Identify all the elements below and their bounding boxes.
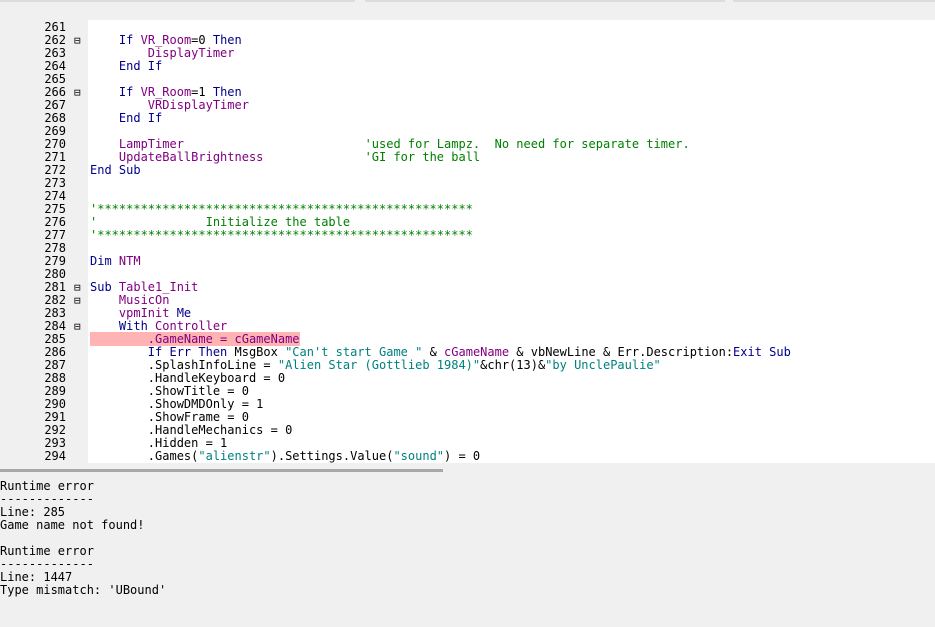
tab-divider	[733, 0, 935, 2]
code-token: .GameName = cGameName	[147, 332, 300, 346]
code-token: 'GI for the ball	[364, 150, 481, 164]
fold-toggle-icon[interactable]: ⊟	[74, 294, 81, 307]
code-token: MsgBox	[234, 345, 286, 359]
output-line: Game name not found!	[0, 518, 145, 532]
code-token: ).Settings.Value(	[270, 449, 394, 463]
code-text[interactable]: .Games("alienstr").Settings.Value("sound…	[90, 450, 480, 463]
code-token: VR_Room	[140, 33, 192, 47]
code-token: & vbNewLine & Err.Description:	[509, 345, 734, 359]
fold-toggle-icon[interactable]: ⊟	[74, 281, 81, 294]
code-token: NTM	[118, 254, 141, 268]
output-panel: Runtime error ------------- Line: 285 Game …	[0, 480, 935, 627]
code-token: .HandleMechanics = 0	[90, 423, 293, 437]
code-token: If	[118, 33, 141, 47]
code-token: ) = 0	[444, 449, 481, 463]
code-text[interactable]: UpdateBallBrightness 'GI for the ball	[90, 151, 480, 164]
tab-divider	[365, 0, 725, 2]
code-line[interactable]: 264 End If	[0, 60, 935, 73]
code-token: "Can't start Game "	[285, 345, 423, 359]
code-token: Table1_Init	[118, 280, 199, 294]
output-line: Type mismatch: 'UBound'	[0, 583, 167, 597]
code-token: "Alien Star (Gottlieb 1984)"	[277, 358, 481, 372]
code-token: .ShowDMDOnly = 1	[90, 397, 264, 411]
code-token: Then	[212, 85, 242, 99]
code-token: VRDisplayTimer	[147, 98, 249, 112]
code-token: Sub	[90, 280, 119, 294]
code-token: .HandleKeyboard = 0	[90, 371, 286, 385]
code-token: "by UnclePaulie"	[545, 358, 661, 372]
pane-splitter[interactable]	[0, 469, 443, 472]
code-text[interactable]: End If	[90, 60, 162, 73]
code-token: .Hidden = 1	[90, 436, 228, 450]
code-token: Dim	[90, 254, 119, 268]
tab-divider	[0, 0, 355, 2]
code-text[interactable]: Dim NTM	[90, 255, 141, 268]
code-token: "alienstr"	[198, 449, 271, 463]
code-token: =1	[191, 85, 213, 99]
code-token: LampTimer	[118, 137, 184, 151]
code-token: If	[118, 85, 141, 99]
code-line[interactable]: 294 .Games("alienstr").Settings.Value("s…	[0, 450, 935, 463]
code-line[interactable]: 272 End Sub	[0, 164, 935, 177]
code-token: 'used for Lampz. No need for separate ti…	[364, 137, 690, 151]
code-token	[90, 332, 148, 346]
fold-toggle-icon[interactable]: ⊟	[74, 320, 81, 333]
code-token: .ShowTitle = 0	[90, 384, 249, 398]
code-text[interactable]: End Sub	[90, 164, 141, 177]
top-toolbar-strip	[0, 0, 935, 20]
code-token: With	[118, 319, 156, 333]
code-token: .ShowFrame = 0	[90, 410, 249, 424]
code-token: Then	[212, 33, 242, 47]
code-token: UpdateBallBrightness	[118, 150, 264, 164]
code-token: End Sub	[90, 163, 141, 177]
code-token: VR_Room	[140, 85, 192, 99]
code-token: .SplashInfoLine =	[90, 358, 278, 372]
code-token: '***************************************…	[90, 202, 473, 216]
fold-toggle-icon[interactable]: ⊟	[74, 34, 81, 47]
code-token: MusicOn	[118, 293, 170, 307]
code-line[interactable]: 268 End If	[0, 112, 935, 125]
code-token: '***************************************…	[90, 228, 473, 242]
code-token: cGameName	[444, 345, 510, 359]
code-token: Controller	[155, 319, 228, 333]
code-token: End If	[118, 111, 163, 125]
line-number: 294	[44, 449, 66, 463]
code-token: .Games(	[90, 449, 199, 463]
code-text[interactable]: '***************************************…	[90, 229, 473, 242]
code-token: ' Initialize the table	[90, 215, 351, 229]
code-token: &	[422, 345, 445, 359]
code-token: =0	[191, 33, 213, 47]
code-token: vpmInit	[118, 306, 177, 320]
code-line[interactable]: 279 Dim NTM	[0, 255, 935, 268]
code-token: "sound"	[393, 449, 445, 463]
code-editor[interactable]: 261 262 ⊟ If VR_Room=0 Then 263 DisplayTime…	[0, 20, 935, 463]
code-token: DisplayTimer	[147, 46, 235, 60]
code-token: Exit Sub	[733, 345, 791, 359]
fold-toggle-icon[interactable]: ⊟	[74, 86, 81, 99]
code-line[interactable]: 277 '************************************…	[0, 229, 935, 242]
code-token: End If	[118, 59, 163, 73]
code-token: &chr(13)&	[480, 358, 546, 372]
code-token: Me	[176, 306, 192, 320]
code-line[interactable]: 273	[0, 177, 935, 190]
code-text[interactable]: End If	[90, 112, 162, 125]
code-token: If Err Then	[147, 345, 235, 359]
